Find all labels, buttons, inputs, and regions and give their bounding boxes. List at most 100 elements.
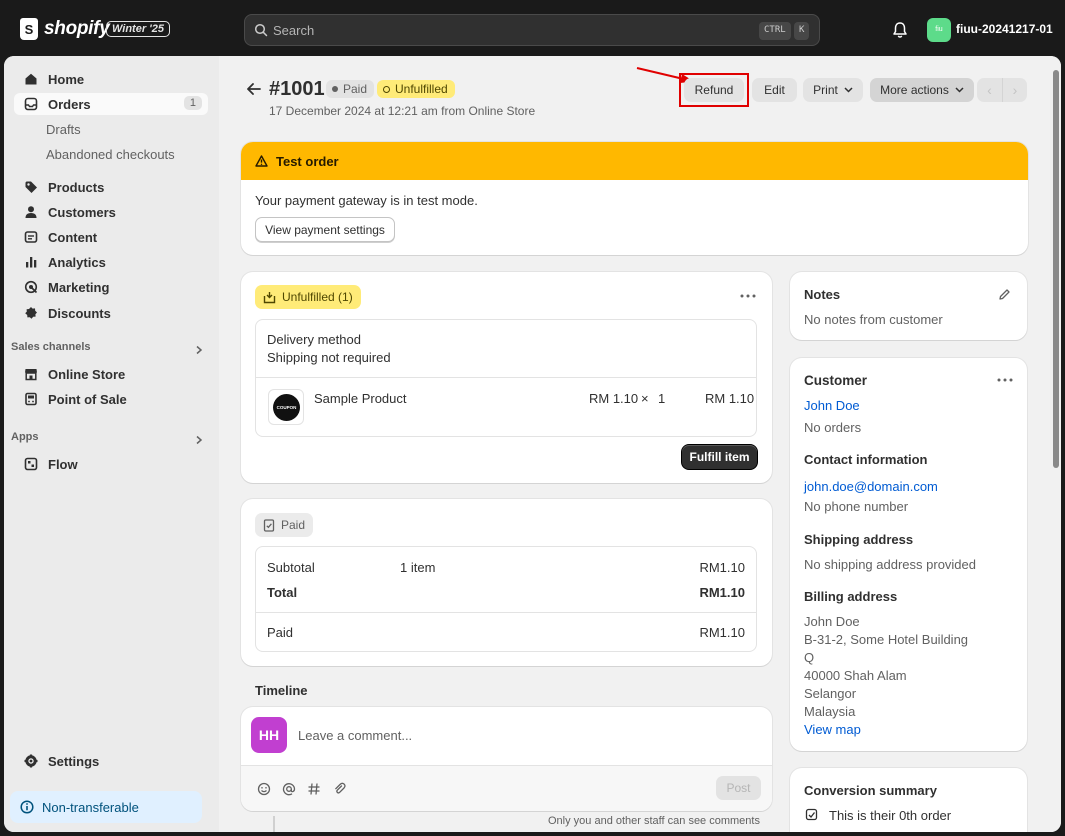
sidebar-item-label: Flow: [48, 456, 78, 472]
sidebar-item-drafts[interactable]: Drafts: [14, 118, 208, 140]
divider: [256, 612, 756, 613]
sidebar-item-customers[interactable]: Customers: [14, 201, 208, 223]
store-avatar[interactable]: fiu: [927, 18, 951, 42]
fulfill-item-button[interactable]: Fulfill item: [682, 445, 757, 469]
attachment-icon[interactable]: [333, 782, 347, 796]
timeline-connector: [273, 816, 275, 832]
customer-orders: No orders: [804, 420, 862, 435]
banner-title: Test order: [276, 153, 339, 169]
fulfillment-card: Unfulfilled (1) Delivery method Shipping…: [241, 272, 772, 483]
payment-status-text: Paid: [343, 82, 368, 96]
apps-heading: Apps: [11, 431, 39, 443]
subtotal-value: RM1.10: [699, 560, 745, 575]
non-transferable-banner[interactable]: Non-transferable: [10, 791, 202, 823]
emoji-icon[interactable]: [257, 782, 271, 796]
mention-icon[interactable]: [282, 782, 296, 796]
edit-button[interactable]: Edit: [752, 78, 797, 102]
sidebar-item-label: Online Store: [48, 366, 126, 382]
product-name[interactable]: Sample Product: [314, 391, 407, 406]
pos-icon: [25, 392, 37, 406]
comment-box: HH Leave a comment... Post: [241, 707, 772, 811]
gear-icon: [24, 754, 38, 768]
more-options-icon[interactable]: [740, 294, 756, 298]
banner-message: Your payment gateway is in test mode.: [255, 193, 478, 208]
line-total: RM 1.10: [705, 391, 755, 406]
sidebar-item-settings[interactable]: Settings: [14, 750, 208, 772]
post-button[interactable]: Post: [716, 776, 761, 800]
comment-visibility-note: Only you and other staff can see comment…: [548, 815, 760, 827]
total-value: RM1.10: [699, 585, 745, 600]
fulfillment-status-badge: Unfulfilled: [377, 80, 455, 98]
sidebar-item-abandoned-checkouts[interactable]: Abandoned checkouts: [14, 143, 208, 165]
shopify-logo[interactable]: shopify: [20, 18, 110, 40]
edition-badge[interactable]: Winter '25: [106, 21, 171, 37]
paid-pill-label: Paid: [281, 518, 306, 532]
hashtag-icon[interactable]: [307, 782, 321, 796]
contact-info-heading: Contact information: [804, 452, 928, 467]
sidebar-item-products[interactable]: Products: [14, 176, 208, 198]
print-label: Print: [813, 83, 838, 97]
order-pagination: ‹ ›: [977, 78, 1027, 102]
conversion-text: This is their 0th order: [829, 808, 952, 823]
chevron-right-icon[interactable]: [194, 345, 204, 355]
times-sign: ×: [641, 391, 649, 406]
orders-count-badge: 1: [183, 96, 202, 110]
delivery-method-label: Delivery method: [267, 332, 361, 347]
back-arrow-icon[interactable]: [246, 82, 262, 96]
main-scrollbar[interactable]: [1051, 56, 1061, 832]
sidebar-item-content[interactable]: Content: [14, 226, 208, 248]
sidebar-item-point-of-sale[interactable]: Point of Sale: [14, 388, 208, 410]
package-icon: [263, 291, 276, 303]
comment-input[interactable]: Leave a comment...: [298, 728, 412, 743]
billing-address-heading: Billing address: [804, 589, 898, 604]
search-placeholder: Search: [273, 23, 315, 38]
conversion-heading: Conversion summary: [804, 783, 937, 798]
sidebar-item-orders[interactable]: Orders 1: [14, 93, 208, 115]
more-options-icon[interactable]: [997, 378, 1013, 382]
paid-value: RM1.10: [699, 625, 745, 640]
billing-line: John Doe: [804, 614, 860, 629]
store-icon: [25, 369, 37, 381]
refund-button[interactable]: Refund: [684, 78, 744, 102]
previous-order-button[interactable]: ‹: [977, 78, 1002, 102]
customer-phone: No phone number: [804, 499, 909, 514]
print-button[interactable]: Print: [803, 78, 863, 102]
view-map-link[interactable]: View map: [804, 722, 861, 737]
sidebar-item-flow[interactable]: Flow: [14, 453, 208, 475]
customer-card: Customer John Doe No orders Contact info…: [790, 358, 1027, 751]
store-name[interactable]: fiuu-20241217-01: [956, 22, 1053, 36]
sidebar-item-marketing[interactable]: Marketing: [14, 276, 208, 298]
sidebar-item-label: Orders: [48, 96, 91, 112]
brand-name: shopify: [44, 18, 110, 39]
billing-line: B-31-2, Some Hotel Building: [804, 632, 969, 647]
search-bar[interactable]: Search CTRL K: [244, 14, 820, 46]
pencil-icon[interactable]: [998, 288, 1011, 301]
payment-status-badge: Paid: [326, 80, 375, 98]
order-number: #1001: [269, 78, 325, 100]
more-actions-label: More actions: [880, 83, 949, 97]
sidebar-item-analytics[interactable]: Analytics: [14, 251, 208, 273]
sidebar-item-home[interactable]: Home: [14, 68, 208, 90]
more-actions-button[interactable]: More actions: [870, 78, 974, 102]
bell-icon[interactable]: [892, 21, 908, 39]
timeline-heading: Timeline: [255, 683, 308, 698]
home-icon: [25, 73, 37, 85]
shortcut-k-key: K: [794, 22, 810, 40]
shopify-bag-icon: [20, 18, 38, 40]
sidebar-item-discounts[interactable]: Discounts: [14, 302, 208, 324]
target-icon: [24, 280, 38, 294]
sidebar-item-online-store[interactable]: Online Store: [14, 363, 208, 385]
fulfillment-details: Delivery method Shipping not required CO…: [255, 319, 757, 437]
customer-name-link[interactable]: John Doe: [804, 398, 860, 413]
view-payment-settings-button[interactable]: View payment settings: [255, 217, 395, 242]
next-order-button[interactable]: ›: [1002, 78, 1027, 102]
scrollbar-thumb[interactable]: [1053, 70, 1059, 468]
shipping-address-value: No shipping address provided: [804, 557, 976, 572]
unfulfilled-pill: Unfulfilled (1): [255, 285, 361, 309]
chevron-right-icon[interactable]: [194, 435, 204, 445]
sidebar-item-label: Settings: [48, 753, 100, 769]
product-thumbnail[interactable]: COUPON: [268, 389, 304, 425]
sidebar-item-label: Content: [48, 229, 98, 245]
customer-email-link[interactable]: john.doe@domain.com: [804, 479, 938, 494]
billing-line: Q: [804, 650, 815, 665]
